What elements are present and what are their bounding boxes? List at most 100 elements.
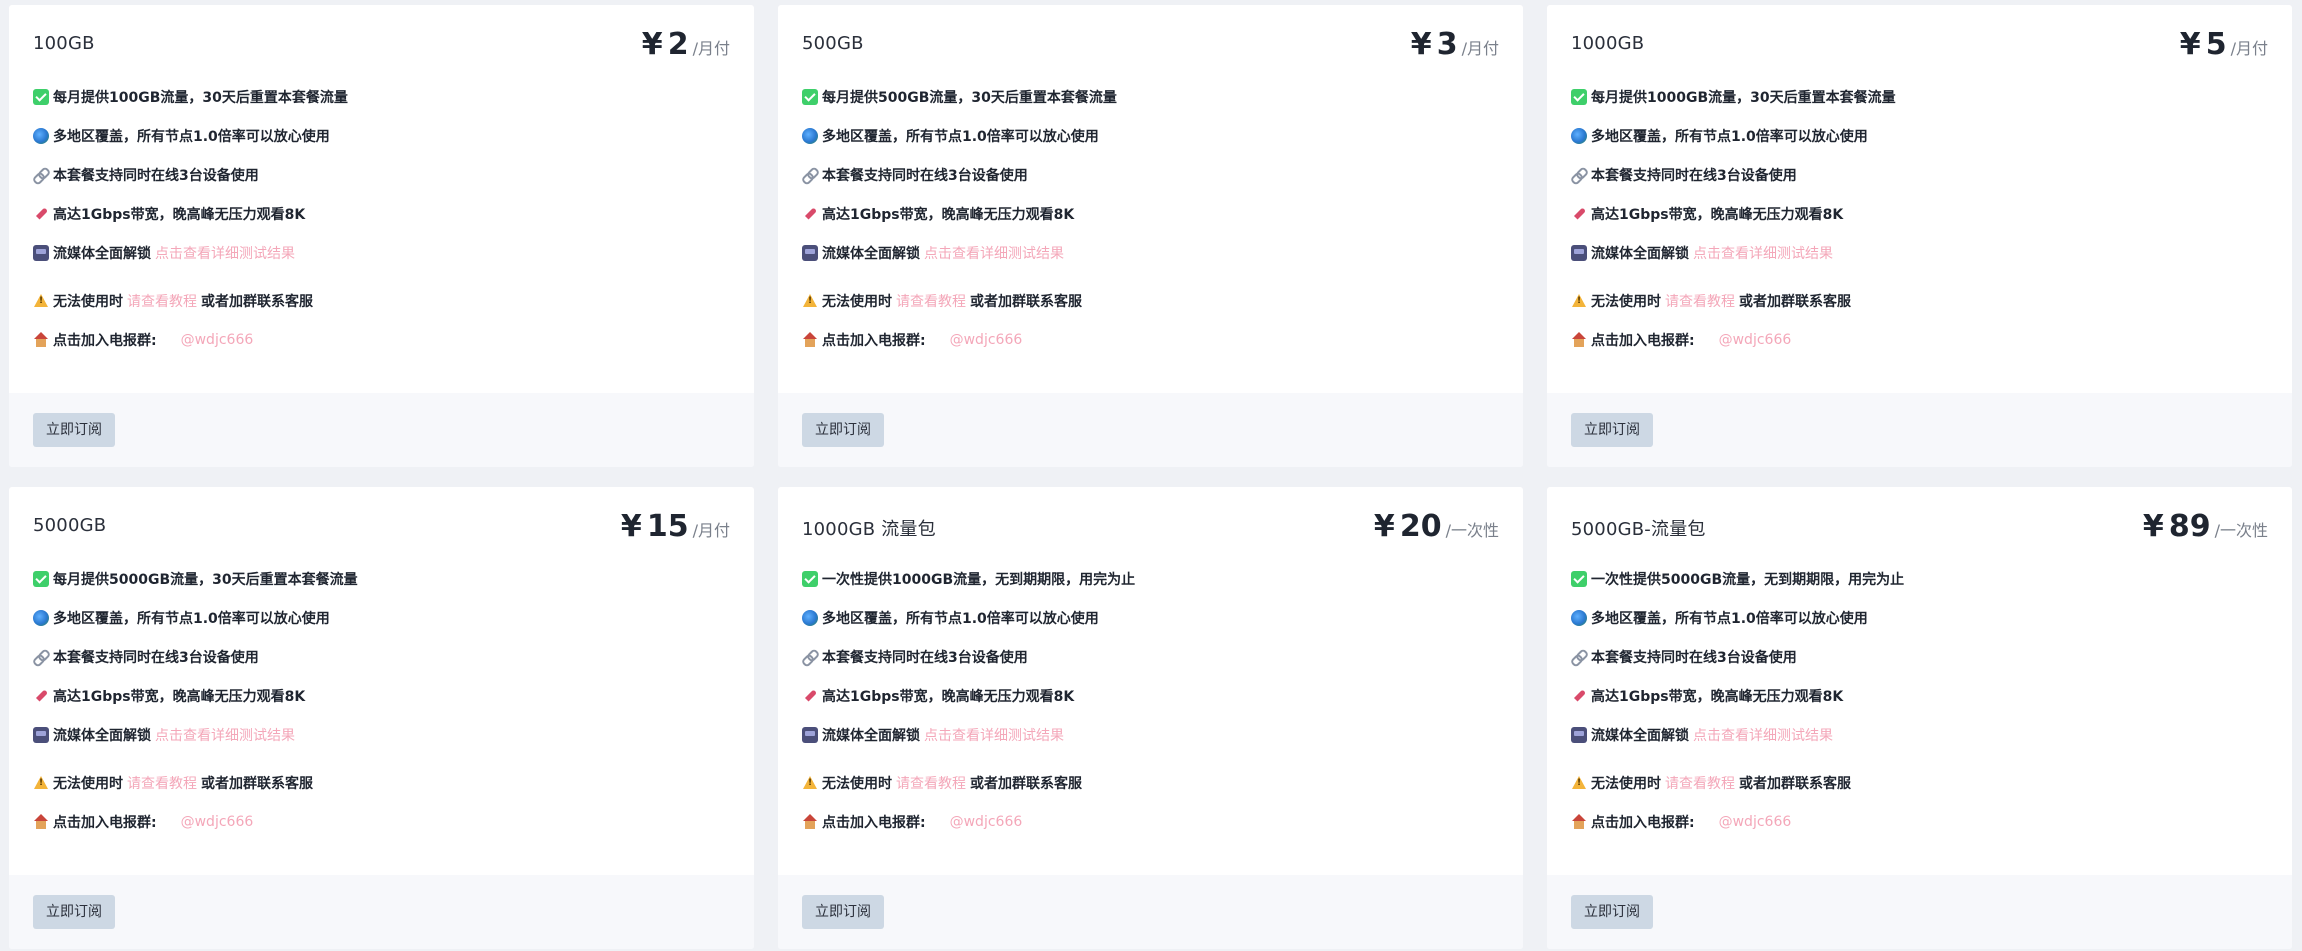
house-icon (1571, 813, 1587, 830)
house-icon (802, 813, 818, 830)
telegram-link[interactable]: @wdjc666 (1719, 332, 1792, 348)
feature-traffic: 一次性提供1000GB流量，无到期期限，用完为止 (802, 559, 1499, 598)
streaming-test-link[interactable]: 点击查看详细测试结果 (155, 243, 295, 263)
check-icon (1571, 570, 1587, 587)
feature-text: 一次性提供5000GB流量，无到期期限，用完为止 (1591, 571, 1905, 588)
telegram-link[interactable]: @wdjc666 (1719, 814, 1792, 830)
plan-name: 1000GB 流量包 (802, 519, 936, 540)
link-icon (802, 649, 818, 665)
globe-icon (33, 127, 49, 144)
streaming-test-link[interactable]: 点击查看详细测试结果 (1693, 243, 1833, 263)
feature-list: 每月提供500GB流量，30天后重置本套餐流量 多地区覆盖，所有节点1.0倍率可… (802, 77, 1499, 359)
feature-support: 无法使用时请查看教程或者加群联系客服 (1571, 763, 2268, 802)
subscribe-button[interactable]: 立即订阅 (1571, 895, 1653, 929)
feature-text: 无法使用时 (1591, 293, 1661, 310)
feature-traffic: 每月提供100GB流量，30天后重置本套餐流量 (33, 77, 730, 116)
feature-text: 点击加入电报群: (53, 332, 157, 349)
feature-text: 高达1Gbps带宽，晚高峰无压力观看8K (1591, 688, 1844, 705)
feature-coverage: 多地区覆盖，所有节点1.0倍率可以放心使用 (802, 598, 1499, 637)
telegram-link[interactable]: @wdjc666 (181, 332, 254, 348)
feature-text: 无法使用时 (53, 293, 123, 310)
plan-price: ¥ 20/一次性 (1374, 509, 1499, 544)
feature-telegram: 点击加入电报群: @wdjc666 (33, 320, 730, 359)
subscribe-button[interactable]: 立即订阅 (802, 895, 884, 929)
telegram-link[interactable]: @wdjc666 (950, 332, 1023, 348)
house-icon (33, 331, 49, 348)
feature-coverage: 多地区覆盖，所有节点1.0倍率可以放心使用 (1571, 598, 2268, 637)
price-amount: 20 (1399, 509, 1442, 544)
tutorial-link[interactable]: 请查看教程 (127, 291, 197, 311)
subscribe-button[interactable]: 立即订阅 (802, 413, 884, 447)
tutorial-link[interactable]: 请查看教程 (1665, 291, 1735, 311)
feature-streaming: 流媒体全面解锁 点击查看详细测试结果 (33, 715, 730, 754)
plan-price: ¥ 89/一次性 (2143, 509, 2268, 544)
feature-list: 一次性提供1000GB流量，无到期期限，用完为止 多地区覆盖，所有节点1.0倍率… (802, 559, 1499, 841)
rocket-icon (1571, 206, 1587, 222)
price-period: /月付 (692, 39, 730, 58)
feature-text: 无法使用时 (822, 293, 892, 310)
feature-text: 多地区覆盖，所有节点1.0倍率可以放心使用 (822, 128, 1099, 145)
feature-text: 或者加群联系客服 (970, 293, 1082, 310)
feature-text: 点击加入电报群: (53, 814, 157, 831)
feature-text: 每月提供5000GB流量，30天后重置本套餐流量 (53, 571, 358, 588)
price-period: /月付 (1461, 39, 1499, 58)
globe-icon (802, 609, 818, 626)
feature-streaming: 流媒体全面解锁 点击查看详细测试结果 (802, 233, 1499, 272)
feature-devices: 本套餐支持同时在线3台设备使用 (33, 155, 730, 194)
telegram-link[interactable]: @wdjc666 (950, 814, 1023, 830)
globe-icon (1571, 127, 1587, 144)
media-icon (802, 244, 818, 261)
tutorial-link[interactable]: 请查看教程 (1665, 773, 1735, 793)
warning-icon (1571, 293, 1587, 309)
house-icon (1571, 331, 1587, 348)
feature-text: 点击加入电报群: (822, 332, 926, 349)
feature-text: 或者加群联系客服 (970, 775, 1082, 792)
feature-text: 或者加群联系客服 (201, 293, 313, 310)
plan-footer: 立即订阅 (1547, 875, 2292, 949)
tutorial-link[interactable]: 请查看教程 (896, 291, 966, 311)
feature-coverage: 多地区覆盖，所有节点1.0倍率可以放心使用 (1571, 116, 2268, 155)
subscribe-button[interactable]: 立即订阅 (33, 895, 115, 929)
feature-text: 或者加群联系客服 (1739, 293, 1851, 310)
streaming-test-link[interactable]: 点击查看详细测试结果 (1693, 725, 1833, 745)
feature-list: 每月提供5000GB流量，30天后重置本套餐流量 多地区覆盖，所有节点1.0倍率… (33, 559, 730, 841)
feature-text: 流媒体全面解锁 (53, 245, 151, 262)
feature-bandwidth: 高达1Gbps带宽，晚高峰无压力观看8K (33, 676, 730, 715)
rocket-icon (1571, 688, 1587, 704)
price-currency: ¥ (620, 509, 642, 544)
rocket-icon (802, 688, 818, 704)
feature-devices: 本套餐支持同时在线3台设备使用 (1571, 155, 2268, 194)
plan-card: 100GB ¥ 2/月付 每月提供100GB流量，30天后重置本套餐流量 多地区… (9, 5, 754, 467)
check-icon (802, 88, 818, 105)
feature-bandwidth: 高达1Gbps带宽，晚高峰无压力观看8K (33, 194, 730, 233)
streaming-test-link[interactable]: 点击查看详细测试结果 (155, 725, 295, 745)
subscribe-button[interactable]: 立即订阅 (33, 413, 115, 447)
plan-footer: 立即订阅 (778, 875, 1523, 949)
streaming-test-link[interactable]: 点击查看详细测试结果 (924, 243, 1064, 263)
feature-bandwidth: 高达1Gbps带宽，晚高峰无压力观看8K (802, 194, 1499, 233)
tutorial-link[interactable]: 请查看教程 (896, 773, 966, 793)
subscribe-button[interactable]: 立即订阅 (1571, 413, 1653, 447)
feature-telegram: 点击加入电报群: @wdjc666 (33, 802, 730, 841)
streaming-test-link[interactable]: 点击查看详细测试结果 (924, 725, 1064, 745)
feature-text: 多地区覆盖，所有节点1.0倍率可以放心使用 (53, 610, 330, 627)
feature-traffic: 每月提供5000GB流量，30天后重置本套餐流量 (33, 559, 730, 598)
link-icon (33, 167, 49, 183)
feature-text: 本套餐支持同时在线3台设备使用 (1591, 167, 1797, 184)
feature-support: 无法使用时请查看教程或者加群联系客服 (33, 763, 730, 802)
tutorial-link[interactable]: 请查看教程 (127, 773, 197, 793)
telegram-link[interactable]: @wdjc666 (181, 814, 254, 830)
plan-price: ¥ 5/月付 (2180, 27, 2268, 62)
feature-list: 一次性提供5000GB流量，无到期期限，用完为止 多地区覆盖，所有节点1.0倍率… (1571, 559, 2268, 841)
feature-streaming: 流媒体全面解锁 点击查看详细测试结果 (802, 715, 1499, 754)
feature-traffic: 每月提供1000GB流量，30天后重置本套餐流量 (1571, 77, 2268, 116)
price-period: /一次性 (1445, 521, 1499, 540)
price-currency: ¥ (1410, 27, 1432, 62)
plan-price: ¥ 2/月付 (642, 27, 730, 62)
feature-bandwidth: 高达1Gbps带宽，晚高峰无压力观看8K (1571, 194, 2268, 233)
feature-traffic: 每月提供500GB流量，30天后重置本套餐流量 (802, 77, 1499, 116)
price-currency: ¥ (641, 27, 663, 62)
feature-text: 多地区覆盖，所有节点1.0倍率可以放心使用 (1591, 610, 1868, 627)
feature-text: 本套餐支持同时在线3台设备使用 (822, 649, 1028, 666)
feature-text: 或者加群联系客服 (201, 775, 313, 792)
